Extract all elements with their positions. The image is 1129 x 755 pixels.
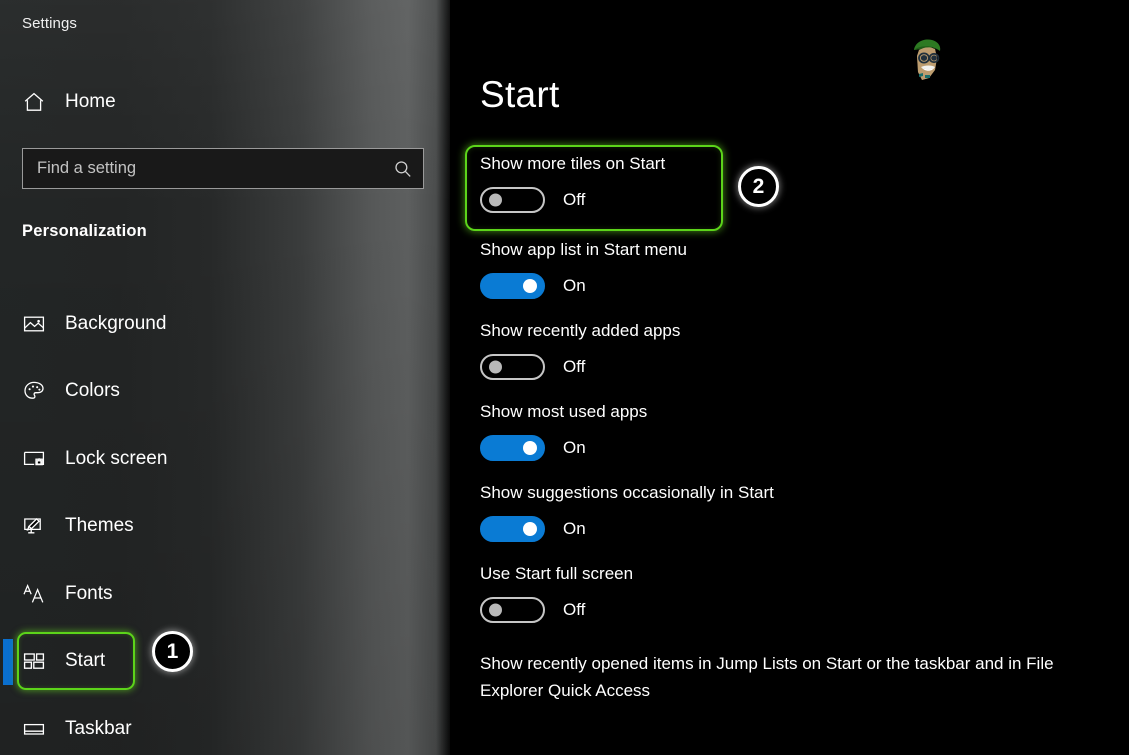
lock-screen-icon <box>22 447 52 471</box>
setting-label: Show most used apps <box>480 400 1120 424</box>
page-title: Start <box>480 74 560 116</box>
sidebar-item-home-label: Home <box>65 91 116 113</box>
toggle-state-label: On <box>563 519 586 539</box>
toggle-knob <box>523 441 537 455</box>
toggle-knob <box>523 279 537 293</box>
sidebar-item-taskbar[interactable]: Taskbar <box>0 695 430 755</box>
setting-label: Show more tiles on Start <box>480 152 1120 176</box>
setting-toggle-row: Off <box>480 354 1120 380</box>
setting-toggle-row: On <box>480 273 1120 299</box>
sidebar-item-fonts-label: Fonts <box>65 583 113 605</box>
toggle-show-most-used-apps[interactable] <box>480 435 545 461</box>
setting-show-recently-added-apps: Show recently added apps Off <box>480 319 1120 380</box>
start-tiles-icon <box>22 649 52 673</box>
setting-use-start-full-screen: Use Start full screen Off <box>480 562 1120 623</box>
toggle-knob <box>489 361 502 374</box>
sidebar-item-taskbar-label: Taskbar <box>65 718 132 740</box>
sidebar-nav-list: Background Colors <box>0 290 450 755</box>
sidebar-item-start[interactable]: Start <box>0 628 430 696</box>
setting-toggle-row: Off <box>480 187 1120 213</box>
search-input[interactable] <box>23 159 383 178</box>
site-watermark-logo <box>905 36 947 88</box>
toggle-show-more-tiles[interactable] <box>480 187 545 213</box>
toggle-knob <box>489 194 502 207</box>
sidebar-item-fonts[interactable]: Fonts <box>0 560 430 628</box>
sidebar-item-colors[interactable]: Colors <box>0 358 430 426</box>
setting-label: Show suggestions occasionally in Start <box>480 481 1120 505</box>
image-icon <box>22 312 52 336</box>
setting-show-more-tiles: Show more tiles on Start Off <box>480 152 1120 213</box>
toggle-use-start-full-screen[interactable] <box>480 597 545 623</box>
sidebar-item-start-label: Start <box>65 650 105 672</box>
setting-label: Show recently opened items in Jump Lists… <box>480 650 1110 704</box>
sidebar-item-lock-screen-label: Lock screen <box>65 448 167 470</box>
setting-show-app-list: Show app list in Start menu On <box>480 238 1120 299</box>
fonts-aa-icon <box>22 582 52 606</box>
toggle-show-suggestions[interactable] <box>480 516 545 542</box>
toggle-show-app-list[interactable] <box>480 273 545 299</box>
sidebar-item-lock-screen[interactable]: Lock screen <box>0 425 430 493</box>
toggle-state-label: Off <box>563 357 585 377</box>
palette-icon <box>22 379 52 403</box>
main-content: Start Show more tiles on Start Off Show … <box>450 0 1129 755</box>
sidebar-item-background-label: Background <box>65 313 166 335</box>
selected-accent-bar <box>3 639 13 685</box>
setting-label: Show recently added apps <box>480 319 1120 343</box>
themes-brush-icon <box>22 514 52 538</box>
sidebar-item-background[interactable]: Background <box>0 290 430 358</box>
toggle-state-label: Off <box>563 190 585 210</box>
sidebar-section-header: Personalization <box>22 222 147 241</box>
setting-toggle-row: Off <box>480 597 1120 623</box>
setting-toggle-row: On <box>480 516 1120 542</box>
toggle-show-recently-added-apps[interactable] <box>480 354 545 380</box>
search-icon[interactable] <box>383 159 423 179</box>
sidebar: Settings Home Personalization <box>0 0 450 755</box>
callout-badge-2: 2 <box>738 166 779 207</box>
settings-list: Show more tiles on Start Off Show app li… <box>480 152 1120 724</box>
toggle-state-label: On <box>563 276 586 296</box>
window-title: Settings <box>22 15 77 32</box>
window-titlebar: Settings <box>0 0 450 46</box>
toggle-state-label: Off <box>563 600 585 620</box>
sidebar-item-colors-label: Colors <box>65 380 120 402</box>
setting-label: Use Start full screen <box>480 562 1120 586</box>
setting-show-most-used-apps: Show most used apps On <box>480 400 1120 461</box>
settings-window: Settings Home Personalization <box>0 0 1129 755</box>
callout-badge-1: 1 <box>152 631 193 672</box>
sidebar-item-themes[interactable]: Themes <box>0 493 430 561</box>
setting-show-suggestions: Show suggestions occasionally in Start O… <box>480 481 1120 542</box>
search-box[interactable] <box>22 148 424 189</box>
setting-toggle-row: On <box>480 435 1120 461</box>
toggle-knob <box>489 604 502 617</box>
setting-label: Show app list in Start menu <box>480 238 1120 262</box>
taskbar-icon <box>22 717 52 741</box>
sidebar-item-home[interactable]: Home <box>0 82 430 122</box>
toggle-knob <box>523 522 537 536</box>
toggle-state-label: On <box>563 438 586 458</box>
setting-show-recently-opened-jump-lists: Show recently opened items in Jump Lists… <box>480 650 1120 704</box>
home-icon <box>22 90 52 114</box>
sidebar-item-themes-label: Themes <box>65 515 134 537</box>
